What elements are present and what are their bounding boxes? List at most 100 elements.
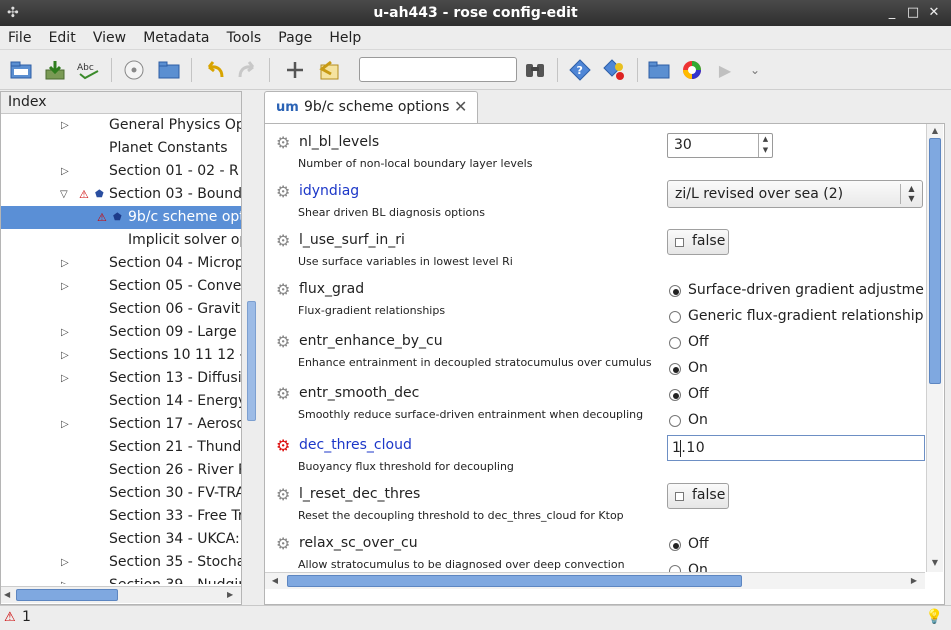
- circle-icon[interactable]: [122, 58, 146, 82]
- tree-item[interactable]: ▽ ⚠ ⬟ Section 03 - Bound: [1, 183, 241, 206]
- error-count[interactable]: 1: [22, 609, 31, 625]
- menu-view[interactable]: View: [88, 26, 131, 46]
- dec-thres-cloud-input[interactable]: 1.10: [667, 435, 925, 461]
- scroll-thumb[interactable]: [16, 589, 118, 601]
- search-input[interactable]: [359, 57, 517, 82]
- save-icon[interactable]: [43, 58, 67, 82]
- expander-icon[interactable]: ▷: [61, 574, 71, 584]
- gear-error-icon[interactable]: ⚙: [276, 437, 294, 455]
- gear-icon[interactable]: ⚙: [276, 486, 294, 504]
- gear-icon[interactable]: ⚙: [276, 281, 294, 299]
- scroll-thumb[interactable]: [287, 575, 742, 587]
- scroll-up-icon[interactable]: ▲: [927, 124, 943, 138]
- settings-vscrollbar[interactable]: ▲ ▼: [926, 124, 943, 572]
- scroll-thumb[interactable]: [929, 138, 941, 384]
- close-icon[interactable]: ✕: [924, 3, 944, 23]
- index-hscrollbar[interactable]: ◀ ▶: [1, 586, 241, 603]
- tree-item[interactable]: ▷ Section 09 - Large S: [1, 321, 241, 344]
- search-icon[interactable]: [523, 58, 547, 82]
- folder-icon[interactable]: [647, 58, 671, 82]
- scroll-down-icon[interactable]: ▼: [927, 556, 943, 570]
- gear-icon[interactable]: ⚙: [276, 333, 294, 351]
- maximize-icon[interactable]: □: [903, 3, 923, 23]
- entr-enhance-off[interactable]: Off: [667, 332, 767, 354]
- radio-icon[interactable]: [669, 311, 681, 323]
- setting-name[interactable]: idyndiag: [299, 183, 359, 199]
- macro-icon[interactable]: [603, 58, 627, 82]
- tree-item[interactable]: ▷ Sections 10 11 12 -: [1, 344, 241, 367]
- relax-sc-on[interactable]: On: [667, 560, 767, 572]
- add-icon[interactable]: [283, 58, 307, 82]
- radio-selected-icon[interactable]: [669, 285, 681, 297]
- gear-icon[interactable]: ⚙: [276, 232, 294, 250]
- l-reset-dec-thres-toggle[interactable]: false: [667, 483, 729, 509]
- undo-icon[interactable]: [203, 58, 227, 82]
- radio-selected-icon[interactable]: [669, 539, 681, 551]
- expander-icon[interactable]: ▽: [60, 183, 70, 206]
- entr-smooth-off[interactable]: Off: [667, 384, 767, 406]
- close-tab-icon[interactable]: ✕: [454, 97, 467, 116]
- spinner-arrows-icon[interactable]: ▲ ▼: [758, 134, 772, 157]
- expander-icon[interactable]: ▷: [61, 252, 71, 275]
- graph-icon[interactable]: [680, 58, 704, 82]
- tree-item[interactable]: ▷ Section 01 - 02 - R: [1, 160, 241, 183]
- tree-item[interactable]: ▷ Section 35 - Stocha: [1, 551, 241, 574]
- redo-icon[interactable]: [235, 58, 259, 82]
- tree-item-selected[interactable]: ⚠ ⬟ 9b/c scheme opt: [1, 206, 241, 229]
- tree-item[interactable]: Planet Constants: [1, 137, 241, 160]
- gear-icon[interactable]: ⚙: [276, 535, 294, 553]
- tree-item[interactable]: ▷ General Physics Op: [1, 114, 241, 137]
- chevron-down-icon[interactable]: ⌄: [743, 58, 767, 82]
- setting-name[interactable]: dec_thres_cloud: [299, 437, 412, 453]
- idyndiag-dropdown[interactable]: zi/L revised over sea (2) ▲ ▼: [667, 180, 923, 208]
- tree-item[interactable]: Implicit solver op: [1, 229, 241, 252]
- info-icon[interactable]: ?: [568, 58, 592, 82]
- radio-icon[interactable]: [669, 565, 681, 572]
- radio-icon[interactable]: [669, 415, 681, 427]
- tree-item[interactable]: ▷ Section 39 - Nudgin: [1, 574, 241, 584]
- tree-item[interactable]: ▷ Section 04 - Microp: [1, 252, 241, 275]
- minimize-icon[interactable]: _: [882, 3, 902, 23]
- settings-hscrollbar[interactable]: ◀ ▶: [265, 572, 925, 589]
- menu-tools[interactable]: Tools: [222, 26, 267, 46]
- relax-sc-off[interactable]: Off: [667, 534, 767, 556]
- menu-metadata[interactable]: Metadata: [138, 26, 214, 46]
- expander-icon[interactable]: ▷: [61, 321, 71, 344]
- tree-item[interactable]: Section 21 - Thund: [1, 436, 241, 459]
- expander-icon[interactable]: ▷: [61, 551, 71, 574]
- expander-icon[interactable]: ▷: [61, 160, 71, 183]
- scroll-left-icon[interactable]: ◀: [4, 587, 10, 603]
- expander-icon[interactable]: ▷: [61, 275, 71, 298]
- gear-icon[interactable]: ⚙: [276, 183, 294, 201]
- tree-item[interactable]: Section 30 - FV-TRA: [1, 482, 241, 505]
- lightbulb-icon[interactable]: 💡: [926, 609, 943, 625]
- tree-item[interactable]: Section 34 - UKCA:: [1, 528, 241, 551]
- warning-icon[interactable]: ⚠: [4, 610, 16, 625]
- menu-help[interactable]: Help: [324, 26, 366, 46]
- tree-item[interactable]: Section 33 - Free Tr: [1, 505, 241, 528]
- flux-grad-option-1[interactable]: Surface-driven gradient adjustmer: [667, 280, 925, 302]
- folder-icon[interactable]: [157, 58, 181, 82]
- nl-bl-levels-spinner[interactable]: 30 ▲ ▼: [667, 133, 773, 158]
- tree-item[interactable]: ▷ Section 05 - Convec: [1, 275, 241, 298]
- index-tree[interactable]: ▷ General Physics Op Planet Constants ▷ …: [1, 114, 241, 584]
- check-icon[interactable]: Abc: [77, 58, 101, 82]
- menu-page[interactable]: Page: [273, 26, 317, 46]
- scroll-left-icon[interactable]: ◀: [268, 573, 282, 589]
- expander-icon[interactable]: ▷: [61, 367, 71, 390]
- scroll-right-icon[interactable]: ▶: [907, 573, 921, 589]
- tree-item[interactable]: ▷ Section 13 - Diffusio: [1, 367, 241, 390]
- menu-edit[interactable]: Edit: [44, 26, 81, 46]
- radio-selected-icon[interactable]: [669, 389, 681, 401]
- radio-selected-icon[interactable]: [669, 363, 681, 375]
- revert-icon[interactable]: [317, 58, 341, 82]
- tree-item[interactable]: Section 14 - Energy: [1, 390, 241, 413]
- tree-item[interactable]: Section 26 - River R: [1, 459, 241, 482]
- radio-icon[interactable]: [669, 337, 681, 349]
- expander-icon[interactable]: ▷: [61, 344, 71, 367]
- gear-icon[interactable]: ⚙: [276, 385, 294, 403]
- tab-9bc-scheme-options[interactable]: um 9b/c scheme options ✕: [264, 91, 478, 123]
- tree-item[interactable]: ▷ Section 17 - Aeroso: [1, 413, 241, 436]
- expander-icon[interactable]: ▷: [61, 413, 71, 436]
- gear-icon[interactable]: ⚙: [276, 134, 294, 152]
